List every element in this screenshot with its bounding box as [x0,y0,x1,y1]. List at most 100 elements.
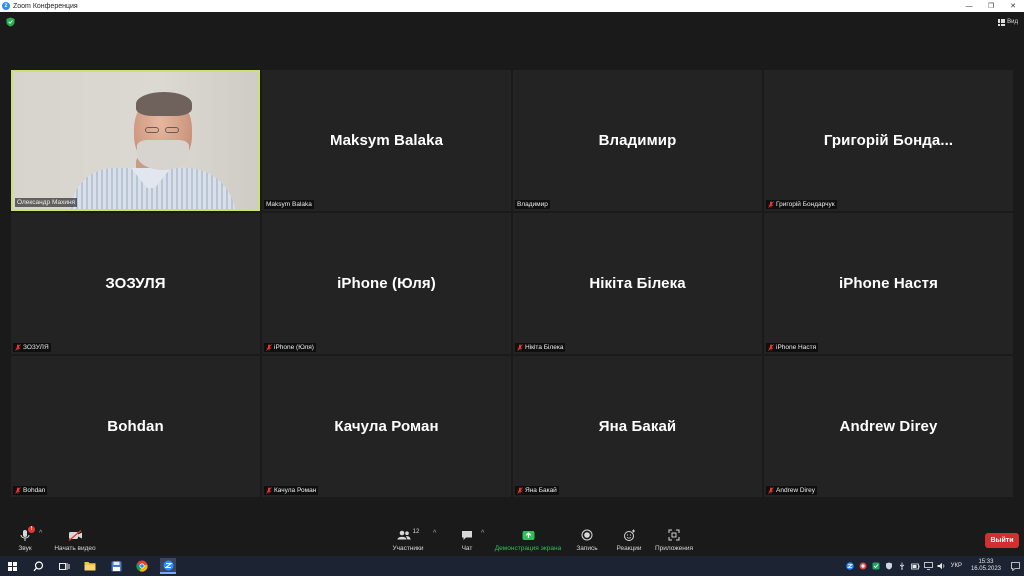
close-button[interactable]: ✕ [1002,0,1024,12]
participant-name: iPhone (Юля) [274,344,314,351]
leave-meeting-button[interactable]: Выйти [985,533,1019,548]
participants-count: 12 [412,529,420,535]
window-title: Zoom Конференция [13,2,78,10]
language-indicator[interactable]: УКР [951,563,962,569]
chrome-icon[interactable] [134,558,150,574]
participant-display-name: Bohdan [107,418,164,435]
participant-video [13,72,258,209]
participant-nameplate: Владимир [515,200,550,209]
participant-name: Яна Бакай [525,487,557,494]
network-icon[interactable] [923,562,933,571]
participant-nameplate: iPhone Настя [766,343,819,352]
gallery-view: Олександр Махиня Maksym Balaka Maksym Ba… [11,70,1014,497]
task-view-icon[interactable] [56,558,72,574]
participants-icon: 12 [397,528,420,542]
zoom-tray-icon[interactable] [846,562,855,571]
minimize-button[interactable]: — [958,0,980,12]
participant-tile[interactable]: Григорій Бонда... Григорій Бондарчук [764,70,1013,211]
participant-nameplate: Andrew Direy [766,486,818,495]
participant-tile[interactable]: iPhone Настя iPhone Настя [764,213,1013,354]
participant-name: Григорій Бондарчук [776,201,835,208]
window-controls: — ❐ ✕ [958,0,1024,12]
taskbar-clock[interactable]: 15:33 16.05.2023 [971,559,1001,573]
reactions-button[interactable]: Реакции [614,528,644,554]
participant-tile[interactable]: iPhone (Юля) iPhone (Юля) [262,213,511,354]
participants-options-caret-icon[interactable]: ^ [433,530,436,537]
tray-app-icon[interactable] [859,562,868,571]
file-explorer-icon[interactable] [82,558,98,574]
notifications-icon[interactable] [1011,561,1020,571]
participant-name: Владимир [517,201,548,208]
view-button[interactable]: Вид [998,17,1018,27]
participant-display-name: Качула Роман [334,418,439,435]
participant-name: Олександр Махиня [17,199,76,206]
participant-tile[interactable]: Maksym Balaka Maksym Balaka [262,70,511,211]
zoom-taskbar-icon[interactable] [160,558,176,574]
participant-name: Andrew Direy [776,487,816,494]
windows-start-icon[interactable] [4,558,20,574]
record-label: Запись [576,545,598,552]
participant-display-name: ЗОЗУЛЯ [105,275,166,292]
security-shield-icon[interactable] [6,17,15,27]
zoom-window: z Zoom Конференция — ❐ ✕ Вид Олександр М… [0,0,1024,576]
participant-display-name: iPhone (Юля) [337,275,436,292]
microphone-icon: ! [19,526,35,542]
clock-date: 16.05.2023 [970,566,1001,572]
participant-display-name: Andrew Direy [839,418,938,435]
participant-tile[interactable]: Нікіта Білека Нікіта Білека [513,213,762,354]
participant-tile[interactable]: Владимир Владимир [513,70,762,211]
participant-tile[interactable]: Олександр Махиня [11,70,260,211]
reactions-label: Реакции [616,545,642,552]
participant-nameplate: iPhone (Юля) [264,343,316,352]
maximize-button[interactable]: ❐ [980,0,1002,12]
participant-display-name: Maksym Balaka [329,132,444,149]
share-screen-button[interactable]: Демонстрация экрана [493,528,563,554]
mic-muted-icon [517,344,523,351]
zoom-logo-icon: z [2,2,10,10]
participant-tile[interactable]: Andrew Direy Andrew Direy [764,356,1013,497]
share-screen-label: Демонстрация экрана [494,545,562,552]
participant-tile[interactable]: ЗОЗУЛЯ ЗОЗУЛЯ [11,213,260,354]
tray-app-icon[interactable] [872,562,881,571]
participants-button[interactable]: 12 Участники [390,528,426,554]
participant-display-name: Григорій Бонда... [823,132,954,149]
audio-button[interactable]: ! Звук [12,526,38,554]
title-bar: z Zoom Конференция — ❐ ✕ [0,0,1024,12]
participants-label: Участники [392,545,424,552]
usb-device-icon[interactable] [898,562,907,571]
record-button[interactable]: Запись [574,528,600,554]
participant-tile[interactable]: Качула Роман Качула Роман [262,356,511,497]
participant-name: iPhone Настя [776,344,817,351]
grid-view-icon [998,18,1006,26]
mic-muted-icon [15,344,21,351]
chat-options-caret-icon[interactable]: ^ [481,530,484,537]
mic-muted-icon [15,487,21,494]
participant-name: ЗОЗУЛЯ [23,344,49,351]
security-tray-icon[interactable] [885,562,894,571]
mic-muted-icon [517,487,523,494]
participant-nameplate: Олександр Махиня [15,198,78,207]
windows-taskbar: УКР 15:33 16.05.2023 [0,556,1024,576]
participant-name: Нікіта Білека [525,344,564,351]
view-label: Вид [1007,19,1018,25]
audio-options-caret-icon[interactable]: ^ [39,530,42,537]
chat-label: Чат [461,545,473,552]
search-icon[interactable] [30,558,46,574]
save-disk-app-icon[interactable] [108,558,124,574]
participant-tile[interactable]: Bohdan Bohdan [11,356,260,497]
participant-name: Качула Роман [274,487,317,494]
battery-icon[interactable] [910,562,920,571]
participant-display-name: Нікіта Білека [589,275,686,292]
audio-label: Звук [18,545,32,552]
start-video-button[interactable]: Начать видео [52,528,98,554]
mic-muted-icon [266,344,272,351]
apps-button[interactable]: Приложения [653,528,695,554]
chat-button[interactable]: Чат [456,528,478,554]
mic-muted-icon [266,487,272,494]
participant-nameplate: Качула Роман [264,486,319,495]
participant-nameplate: Bohdan [13,486,48,495]
volume-icon[interactable] [937,562,946,571]
mic-muted-icon [768,344,774,351]
participant-tile[interactable]: Яна Бакай Яна Бакай [513,356,762,497]
participant-name: Maksym Balaka [266,201,312,208]
